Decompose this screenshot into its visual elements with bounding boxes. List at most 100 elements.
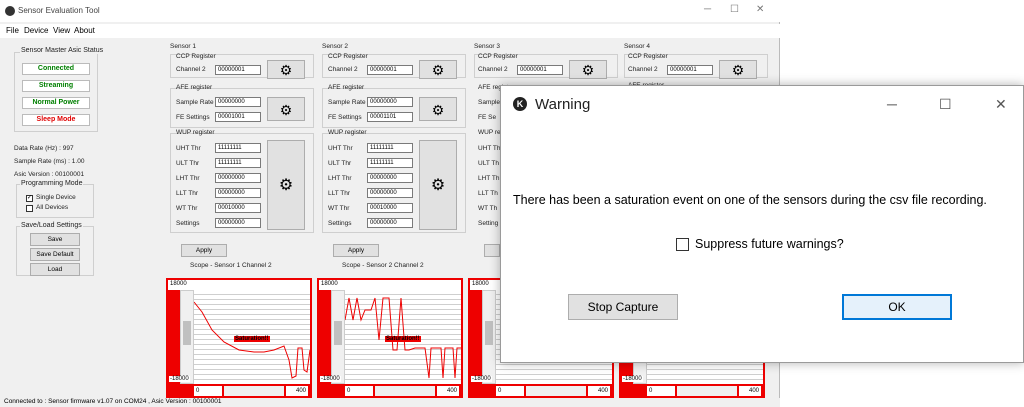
- sensor2-fe-label: FE Settings: [328, 114, 362, 121]
- sensor3-apply-button[interactable]: [484, 244, 500, 257]
- scope4-hscroll[interactable]: [677, 386, 737, 396]
- minimize-icon[interactable]: ─: [704, 4, 711, 15]
- sensor2-afe-gear-icon[interactable]: ⚙: [419, 97, 457, 121]
- scope1-x0-input[interactable]: 0: [194, 386, 222, 396]
- sensor2-scope-title: Scope - Sensor 2 Channel 2: [342, 262, 424, 269]
- scope1-hscroll[interactable]: [224, 386, 284, 396]
- single-device-label: Single Device: [36, 194, 76, 201]
- stop-capture-button[interactable]: Stop Capture: [568, 294, 678, 320]
- sensor1-ccp-gear-icon[interactable]: ⚙: [267, 60, 305, 79]
- scope3-x1-input[interactable]: 400: [588, 386, 610, 396]
- sensor2-lht-input[interactable]: 00000000: [367, 173, 413, 183]
- sensor1-samplerate-label: Sample Rate: [176, 99, 214, 106]
- scope3-x0-input[interactable]: 0: [496, 386, 524, 396]
- sensor2-llt-input[interactable]: 00000000: [367, 188, 413, 198]
- scope-sensor1: Saturation!! 18000 -18000 0 400: [166, 278, 312, 400]
- sensor4-channel2-label: Channel 2: [628, 66, 658, 73]
- sensor2-apply-button[interactable]: Apply: [333, 244, 379, 257]
- suppress-warnings-checkbox[interactable]: [676, 238, 689, 251]
- data-rate-text: Data Rate (Hz) : 997: [14, 145, 74, 152]
- app-icon: [5, 6, 15, 16]
- sensor2-afe-title: AFE register: [328, 84, 365, 91]
- sensor3-channel2-label: Channel 2: [478, 66, 508, 73]
- sensor1-wup-gear-icon[interactable]: ⚙: [267, 140, 305, 230]
- sensor2-fe-input[interactable]: 00001101: [367, 112, 413, 122]
- dialog-minimize-icon[interactable]: ─: [887, 96, 897, 112]
- sensor2-channel2-input[interactable]: 00000001: [367, 65, 413, 75]
- suppress-warnings-label[interactable]: Suppress future warnings?: [695, 237, 844, 251]
- sensor3-fe-label: FE Se: [478, 114, 497, 121]
- sensor4-channel2-input[interactable]: 00000001: [667, 65, 713, 75]
- scope2-x0-input[interactable]: 0: [345, 386, 373, 396]
- scope2-vscroll-thumb[interactable]: [334, 321, 342, 345]
- sensor3-uht-label: UHT Th: [478, 145, 501, 152]
- sensor2-settings-input[interactable]: 00000000: [367, 218, 413, 228]
- sensor1-title: Sensor 1: [170, 43, 197, 50]
- sensor3-ult-label: ULT Th: [478, 160, 499, 167]
- scope3-vscroll[interactable]: [482, 290, 496, 384]
- scope3-vscroll-thumb[interactable]: [485, 321, 493, 345]
- sensor1-fe-label: FE Settings: [176, 114, 210, 121]
- sensor3-ccp-gear-icon[interactable]: ⚙: [569, 60, 607, 79]
- sensor1-channel2-input[interactable]: 00000001: [215, 65, 261, 75]
- sensor1-settings-input[interactable]: 00000000: [215, 218, 261, 228]
- scope3-hscroll[interactable]: [526, 386, 586, 396]
- load-button[interactable]: Load: [30, 263, 80, 276]
- scope1-x1-input[interactable]: 400: [286, 386, 308, 396]
- close-icon[interactable]: ✕: [756, 4, 764, 15]
- menu-view[interactable]: View: [53, 26, 70, 35]
- sensor1-ult-input[interactable]: 11111111: [215, 158, 261, 168]
- sensor2-ult-input[interactable]: 11111111: [367, 158, 413, 168]
- sensor3-samplerate-label: Sample: [478, 99, 501, 106]
- scope1-ymax: 18000: [169, 281, 188, 287]
- scope4-bottom-bar: 0 400: [621, 384, 763, 398]
- sensor1-wt-input[interactable]: 00010000: [215, 203, 261, 213]
- save-button[interactable]: Save: [30, 233, 80, 246]
- sensor3-channel2-input[interactable]: 00000001: [517, 65, 563, 75]
- sensor2-wt-input[interactable]: 00010000: [367, 203, 413, 213]
- all-devices-checkbox[interactable]: [26, 205, 33, 212]
- asic-status-title: Sensor Master Asic Status: [20, 47, 105, 54]
- sensor1-lht-input[interactable]: 00000000: [215, 173, 261, 183]
- scope4-x1-input[interactable]: 400: [739, 386, 761, 396]
- dialog-title: Warning: [535, 96, 591, 113]
- scope1-bottom-bar: 0 400: [168, 384, 310, 398]
- sensor1-ult-label: ULT Thr: [176, 160, 200, 167]
- scope2-vscroll[interactable]: [331, 290, 345, 384]
- status-streaming-label: Streaming: [38, 82, 74, 89]
- dialog-maximize-icon[interactable]: ☐: [939, 96, 952, 113]
- sensor2-uht-input[interactable]: 11111111: [367, 143, 413, 153]
- menu-device[interactable]: Device: [24, 26, 48, 35]
- scope2-left-bar: [319, 290, 331, 384]
- sensor2-ccp-gear-icon[interactable]: ⚙: [419, 60, 457, 79]
- single-device-checkbox[interactable]: ✓: [26, 195, 33, 202]
- sensor2-lht-label: LHT Thr: [328, 175, 352, 182]
- sensor2-samplerate-input[interactable]: 00000000: [367, 97, 413, 107]
- scope1-saturation-label: Saturation!!: [234, 336, 270, 342]
- scope4-x0-input[interactable]: 0: [647, 386, 675, 396]
- maximize-icon[interactable]: ☐: [730, 4, 739, 15]
- sensor2-settings-label: Settings: [328, 220, 352, 227]
- scope4-ymin: -18000: [622, 376, 643, 382]
- ok-button[interactable]: OK: [842, 294, 952, 320]
- sensor1-afe-gear-icon[interactable]: ⚙: [267, 97, 305, 121]
- sensor1-fe-input[interactable]: 00001001: [215, 112, 261, 122]
- warning-app-icon: K: [513, 97, 527, 111]
- scope1-vscroll-thumb[interactable]: [183, 321, 191, 345]
- dialog-close-icon[interactable]: ✕: [995, 96, 1007, 113]
- sensor4-title: Sensor 4: [624, 43, 651, 50]
- sensor1-samplerate-input[interactable]: 00000000: [215, 97, 261, 107]
- sensor1-apply-button[interactable]: Apply: [181, 244, 227, 257]
- scope1-vscroll[interactable]: [180, 290, 194, 384]
- menu-file[interactable]: File: [6, 26, 19, 35]
- sensor2-wup-gear-icon[interactable]: ⚙: [419, 140, 457, 230]
- scope2-x1-input[interactable]: 400: [437, 386, 459, 396]
- scope2-bottom-bar: 0 400: [319, 384, 461, 398]
- sensor1-llt-input[interactable]: 00000000: [215, 188, 261, 198]
- status-sleep-mode: Sleep Mode: [22, 114, 90, 126]
- save-default-button[interactable]: Save Default: [30, 248, 80, 261]
- sensor4-ccp-gear-icon[interactable]: ⚙: [719, 60, 757, 79]
- scope2-hscroll[interactable]: [375, 386, 435, 396]
- sensor1-uht-input[interactable]: 11111111: [215, 143, 261, 153]
- menu-about[interactable]: About: [74, 26, 95, 35]
